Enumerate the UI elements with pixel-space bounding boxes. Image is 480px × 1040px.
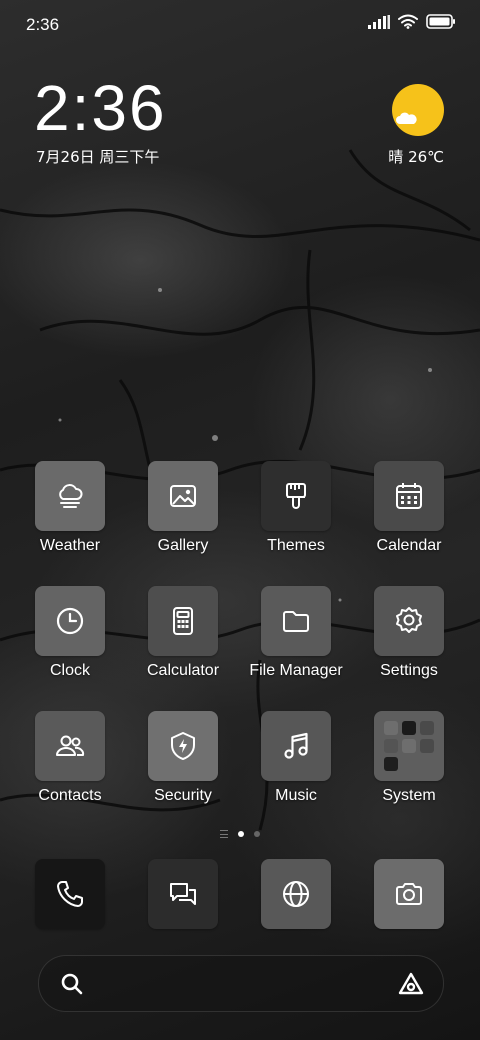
folder-grid-icon bbox=[384, 721, 434, 771]
app-file-manager[interactable]: File Manager bbox=[239, 586, 353, 680]
camera-icon bbox=[396, 883, 422, 905]
cloud-fog-icon bbox=[59, 484, 83, 508]
dock-phone[interactable] bbox=[13, 859, 127, 929]
app-label: Gallery bbox=[157, 537, 209, 554]
signal-icon bbox=[368, 14, 390, 33]
dock-camera[interactable] bbox=[352, 859, 466, 929]
status-time: 2:36 bbox=[26, 15, 60, 34]
calendar-icon bbox=[396, 483, 422, 509]
page-indicator[interactable] bbox=[0, 830, 480, 838]
image-icon bbox=[170, 485, 196, 507]
gear-icon bbox=[396, 607, 422, 633]
app-tile[interactable] bbox=[261, 859, 331, 929]
dock-messages[interactable] bbox=[126, 859, 240, 929]
app-tile[interactable] bbox=[374, 586, 444, 656]
battery-icon bbox=[426, 14, 456, 33]
page-dot-active[interactable] bbox=[238, 831, 244, 837]
app-tile[interactable] bbox=[261, 461, 331, 531]
app-contacts[interactable]: Contacts bbox=[13, 711, 127, 805]
app-tile[interactable] bbox=[35, 859, 105, 929]
sun-icon bbox=[392, 84, 444, 136]
app-security[interactable]: Security bbox=[126, 711, 240, 805]
search-bar[interactable] bbox=[38, 955, 444, 1012]
app-tile[interactable] bbox=[148, 586, 218, 656]
wifi-icon bbox=[398, 14, 418, 33]
app-tile[interactable] bbox=[35, 586, 105, 656]
shield-bolt-icon bbox=[171, 732, 195, 760]
app-label: Themes bbox=[267, 537, 325, 554]
app-system-folder[interactable]: System bbox=[352, 711, 466, 805]
app-tile[interactable] bbox=[261, 586, 331, 656]
app-calculator[interactable]: Calculator bbox=[126, 586, 240, 680]
search-icon[interactable] bbox=[59, 971, 85, 997]
app-label: File Manager bbox=[249, 662, 343, 679]
app-music[interactable]: Music bbox=[239, 711, 353, 805]
app-label: Contacts bbox=[38, 787, 102, 804]
weather-summary: 晴 26℃ bbox=[388, 148, 444, 166]
weather-widget[interactable]: 晴 26℃ bbox=[384, 84, 444, 166]
app-label: Music bbox=[275, 787, 317, 804]
app-tile[interactable] bbox=[148, 711, 218, 781]
app-tile[interactable] bbox=[374, 461, 444, 531]
app-tile[interactable] bbox=[35, 461, 105, 531]
app-label: Weather bbox=[39, 537, 101, 554]
app-label: Clock bbox=[49, 662, 90, 679]
folder-icon bbox=[283, 611, 309, 632]
app-clock[interactable]: Clock bbox=[13, 586, 127, 680]
assistant-icon[interactable] bbox=[397, 970, 425, 998]
app-label: Calculator bbox=[146, 662, 220, 679]
clock-widget-time[interactable]: 2:36 bbox=[34, 76, 167, 140]
people-icon bbox=[56, 735, 85, 756]
chat-bubbles-icon bbox=[170, 883, 196, 905]
app-weather[interactable]: Weather bbox=[13, 461, 127, 555]
app-tile[interactable] bbox=[374, 711, 444, 781]
app-calendar[interactable]: Calendar bbox=[352, 461, 466, 555]
status-bar: 2:36 bbox=[0, 0, 480, 50]
app-tile[interactable] bbox=[148, 461, 218, 531]
app-label: System bbox=[382, 787, 436, 804]
page-list-icon bbox=[220, 830, 228, 838]
globe-icon bbox=[283, 881, 309, 907]
app-gallery[interactable]: Gallery bbox=[126, 461, 240, 555]
paintbrush-icon bbox=[286, 483, 306, 509]
cloud-icon bbox=[396, 112, 417, 124]
app-tile[interactable] bbox=[148, 859, 218, 929]
app-tile[interactable] bbox=[35, 711, 105, 781]
app-tile[interactable] bbox=[374, 859, 444, 929]
app-label: Calendar bbox=[376, 537, 442, 554]
calculator-icon bbox=[173, 607, 193, 635]
app-label: Settings bbox=[380, 662, 438, 679]
app-label: Security bbox=[154, 787, 212, 804]
clock-widget-date: 7月26日 周三下午 bbox=[36, 148, 160, 166]
app-themes[interactable]: Themes bbox=[239, 461, 353, 555]
music-note-icon bbox=[284, 732, 308, 759]
page-dot[interactable] bbox=[254, 831, 260, 837]
clock-icon bbox=[56, 607, 84, 635]
phone-icon bbox=[57, 881, 83, 907]
app-settings[interactable]: Settings bbox=[352, 586, 466, 680]
app-tile[interactable] bbox=[261, 711, 331, 781]
dock-browser[interactable] bbox=[239, 859, 353, 929]
